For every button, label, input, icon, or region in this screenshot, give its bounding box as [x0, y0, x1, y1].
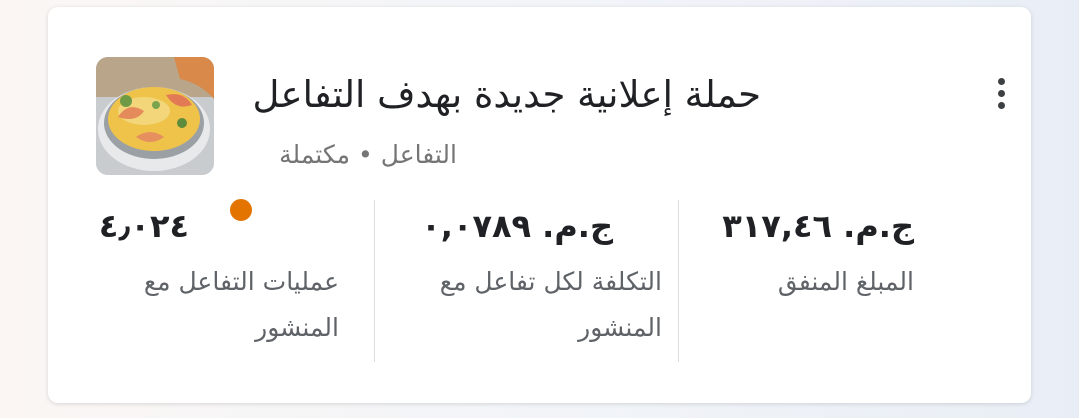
subtitle-separator: • [358, 140, 373, 169]
campaign-objective: التفاعل [380, 140, 457, 169]
campaign-card[interactable]: حملة إعلانية جديدة بهدف التفاعل التفاعل•… [48, 7, 1031, 403]
campaign-status: مكتملة [279, 140, 351, 169]
metric-engagements-value: ٤٫٠٢٤ [98, 207, 189, 245]
metric-amount-spent-value: ج.م. ٣١٧,٤٦ [722, 207, 914, 245]
campaign-subtitle: التفاعل•مكتملة [279, 136, 457, 174]
metric-divider [374, 200, 375, 362]
more-vert-icon [997, 77, 1005, 85]
status-indicator-dot [226, 195, 256, 225]
metric-cost-per-engagement-label: التكلفة لكل تفاعل مع المنشور [439, 267, 662, 342]
metric-divider [678, 200, 679, 362]
campaign-title[interactable]: حملة إعلانية جديدة بهدف التفاعل [253, 71, 761, 119]
metric-amount-spent-label: المبلغ المنفق [777, 267, 914, 296]
more-options-button[interactable] [983, 69, 1019, 117]
metric-cost-per-engagement-value: ج.م. ٠,٠٧٨٩ [421, 207, 613, 245]
metric-engagements-label: عمليات التفاعل مع المنشور [143, 267, 339, 342]
food-dish-image [96, 57, 214, 175]
campaign-thumbnail [96, 57, 256, 225]
